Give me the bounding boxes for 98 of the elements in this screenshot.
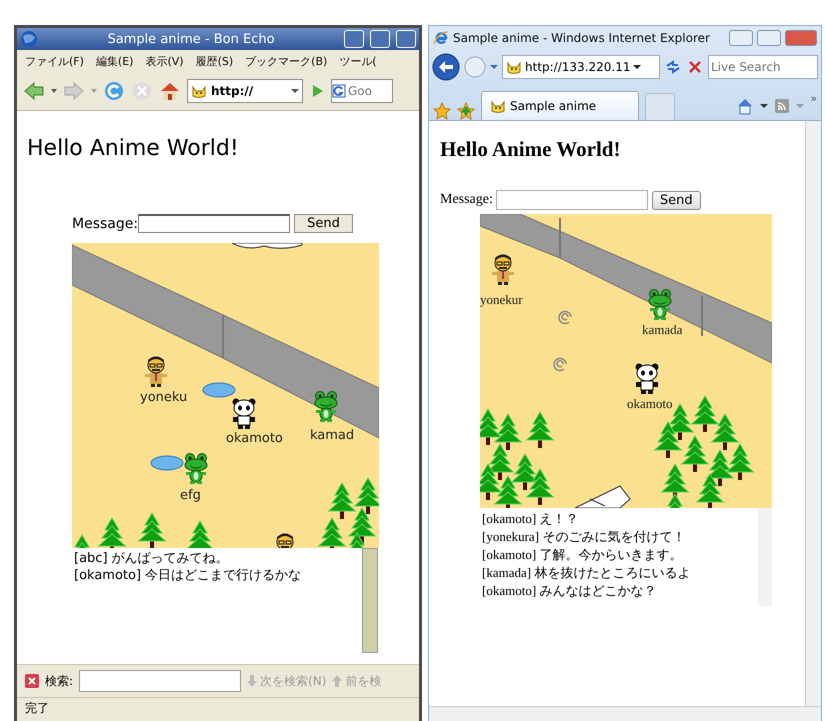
cat-favicon-icon [490,98,506,114]
man-character-icon [490,254,516,286]
home-icon[interactable] [159,80,181,102]
search-field[interactable]: Goo [331,79,393,103]
find-label: 検索: [45,672,74,690]
cloud-icon [202,382,236,398]
chat-message: [okamoto] 今日はどこまで行けるかな [74,567,302,584]
tree-icon [525,468,555,505]
message-input-field[interactable] [138,214,290,233]
status-bar: 完了 [17,697,419,721]
menu-item[interactable]: 履歴(S) [196,54,234,68]
feed-icon[interactable] [774,98,790,114]
window-title: Sample anime - Bon Echo [106,32,276,46]
message-input-field[interactable] [496,190,648,210]
tree-icon [327,482,357,519]
scrollbar[interactable] [758,508,772,606]
menu-item[interactable]: ファイル(F) [25,54,84,68]
panda-character-icon [231,398,257,430]
tree-icon [480,408,503,445]
dropdown-icon[interactable] [291,88,299,94]
down-arrow-icon [247,675,258,687]
maximize-button[interactable] [757,30,781,46]
chat-message: [okamoto] みんなはどこかな？ [482,582,658,600]
frog-character-icon [183,453,209,485]
dropdown-icon[interactable] [760,103,768,109]
menu-item[interactable]: ブックマーク(B) [245,54,328,68]
chat-message: [okamoto] え！？ [482,510,580,528]
dropdown-icon[interactable] [633,64,642,70]
menu-item[interactable]: ツール( [339,54,377,68]
tree-icon [653,421,683,458]
character-name: efg [180,488,201,503]
minimize-button[interactable] [729,30,753,46]
tree-icon [493,413,523,450]
add-star-icon[interactable] [457,102,475,120]
forward-arrow-icon[interactable] [63,80,85,102]
tree-icon [137,512,167,548]
address-field[interactable]: http:// [187,79,303,103]
find-field[interactable] [79,670,242,692]
tree-icon [353,477,379,514]
message-label: Message: [440,192,493,208]
tree-icon [680,435,710,472]
forward-button-icon[interactable] [464,56,486,78]
tree-icon [725,443,755,480]
more-button[interactable]: » [810,92,817,105]
back-arrow-icon[interactable] [23,80,45,102]
close-icon[interactable] [25,674,39,688]
tree-icon [690,395,720,432]
browser-logo-icon [433,30,449,46]
send-button[interactable]: Send [652,190,701,210]
frog-character-icon [313,391,339,423]
scrollbar[interactable] [805,121,821,706]
scrollbar[interactable] [362,548,378,653]
back-button-icon[interactable] [432,53,460,81]
reload-icon[interactable] [103,80,125,102]
character-name: kamada [642,322,682,338]
character-name: yonekur [480,292,523,308]
refresh-icon[interactable] [664,58,682,76]
tree-icon [525,411,555,448]
browser-tab[interactable]: Sample anime [481,91,639,120]
page-heading: Hello Anime World! [27,136,240,163]
chat-message: [okamoto] 了解。今からいきます。 [482,546,684,564]
swirl-icon [558,310,572,324]
chat-message: [yonekura] そのごみに気を付けて！ [482,528,686,546]
character-name: okamoto [226,431,283,446]
search-engine-icon[interactable] [332,84,346,98]
cat-favicon-icon [506,59,522,75]
character-name: kamad [310,428,354,443]
tab-label: Sample anime [510,99,596,113]
globe-icon [20,30,38,48]
dropdown-icon[interactable] [51,88,57,94]
address-text: http:// [211,84,254,98]
page-heading: Hello Anime World! [440,137,622,162]
cloud-icon [150,456,184,470]
character-name: yoneku [140,390,188,405]
address-field[interactable]: http://133.220.11 [502,55,660,79]
menu-item[interactable]: 編集(E) [96,54,134,68]
man-character-icon [143,356,169,388]
chat-message: [abc] がんばってみてね。 [74,550,230,567]
menu-item[interactable]: 表示(V) [145,54,184,68]
message-label: Message: [72,216,138,232]
tree-icon [710,413,740,450]
up-arrow-icon [332,675,342,687]
address-text: http://133.220.11 [525,60,630,74]
character-name: okamoto [627,396,672,412]
swirl-icon [553,358,567,372]
home-icon[interactable] [736,97,754,115]
new-tab-button[interactable] [645,93,675,120]
frog-character-icon [647,289,673,321]
send-button[interactable]: Send [294,214,353,233]
star-icon[interactable] [433,102,451,120]
search-field[interactable]: Live Search [708,55,818,79]
scrollbar[interactable] [429,706,821,721]
cloud-icon [232,243,302,249]
chat-message: [kamada] 林を抜けたところにいるよ [482,564,692,582]
tree-icon [480,463,503,500]
panda-character-icon [634,363,660,395]
cat-favicon-icon [191,83,207,99]
window-title: Sample anime - Windows Internet Explorer [453,31,711,45]
